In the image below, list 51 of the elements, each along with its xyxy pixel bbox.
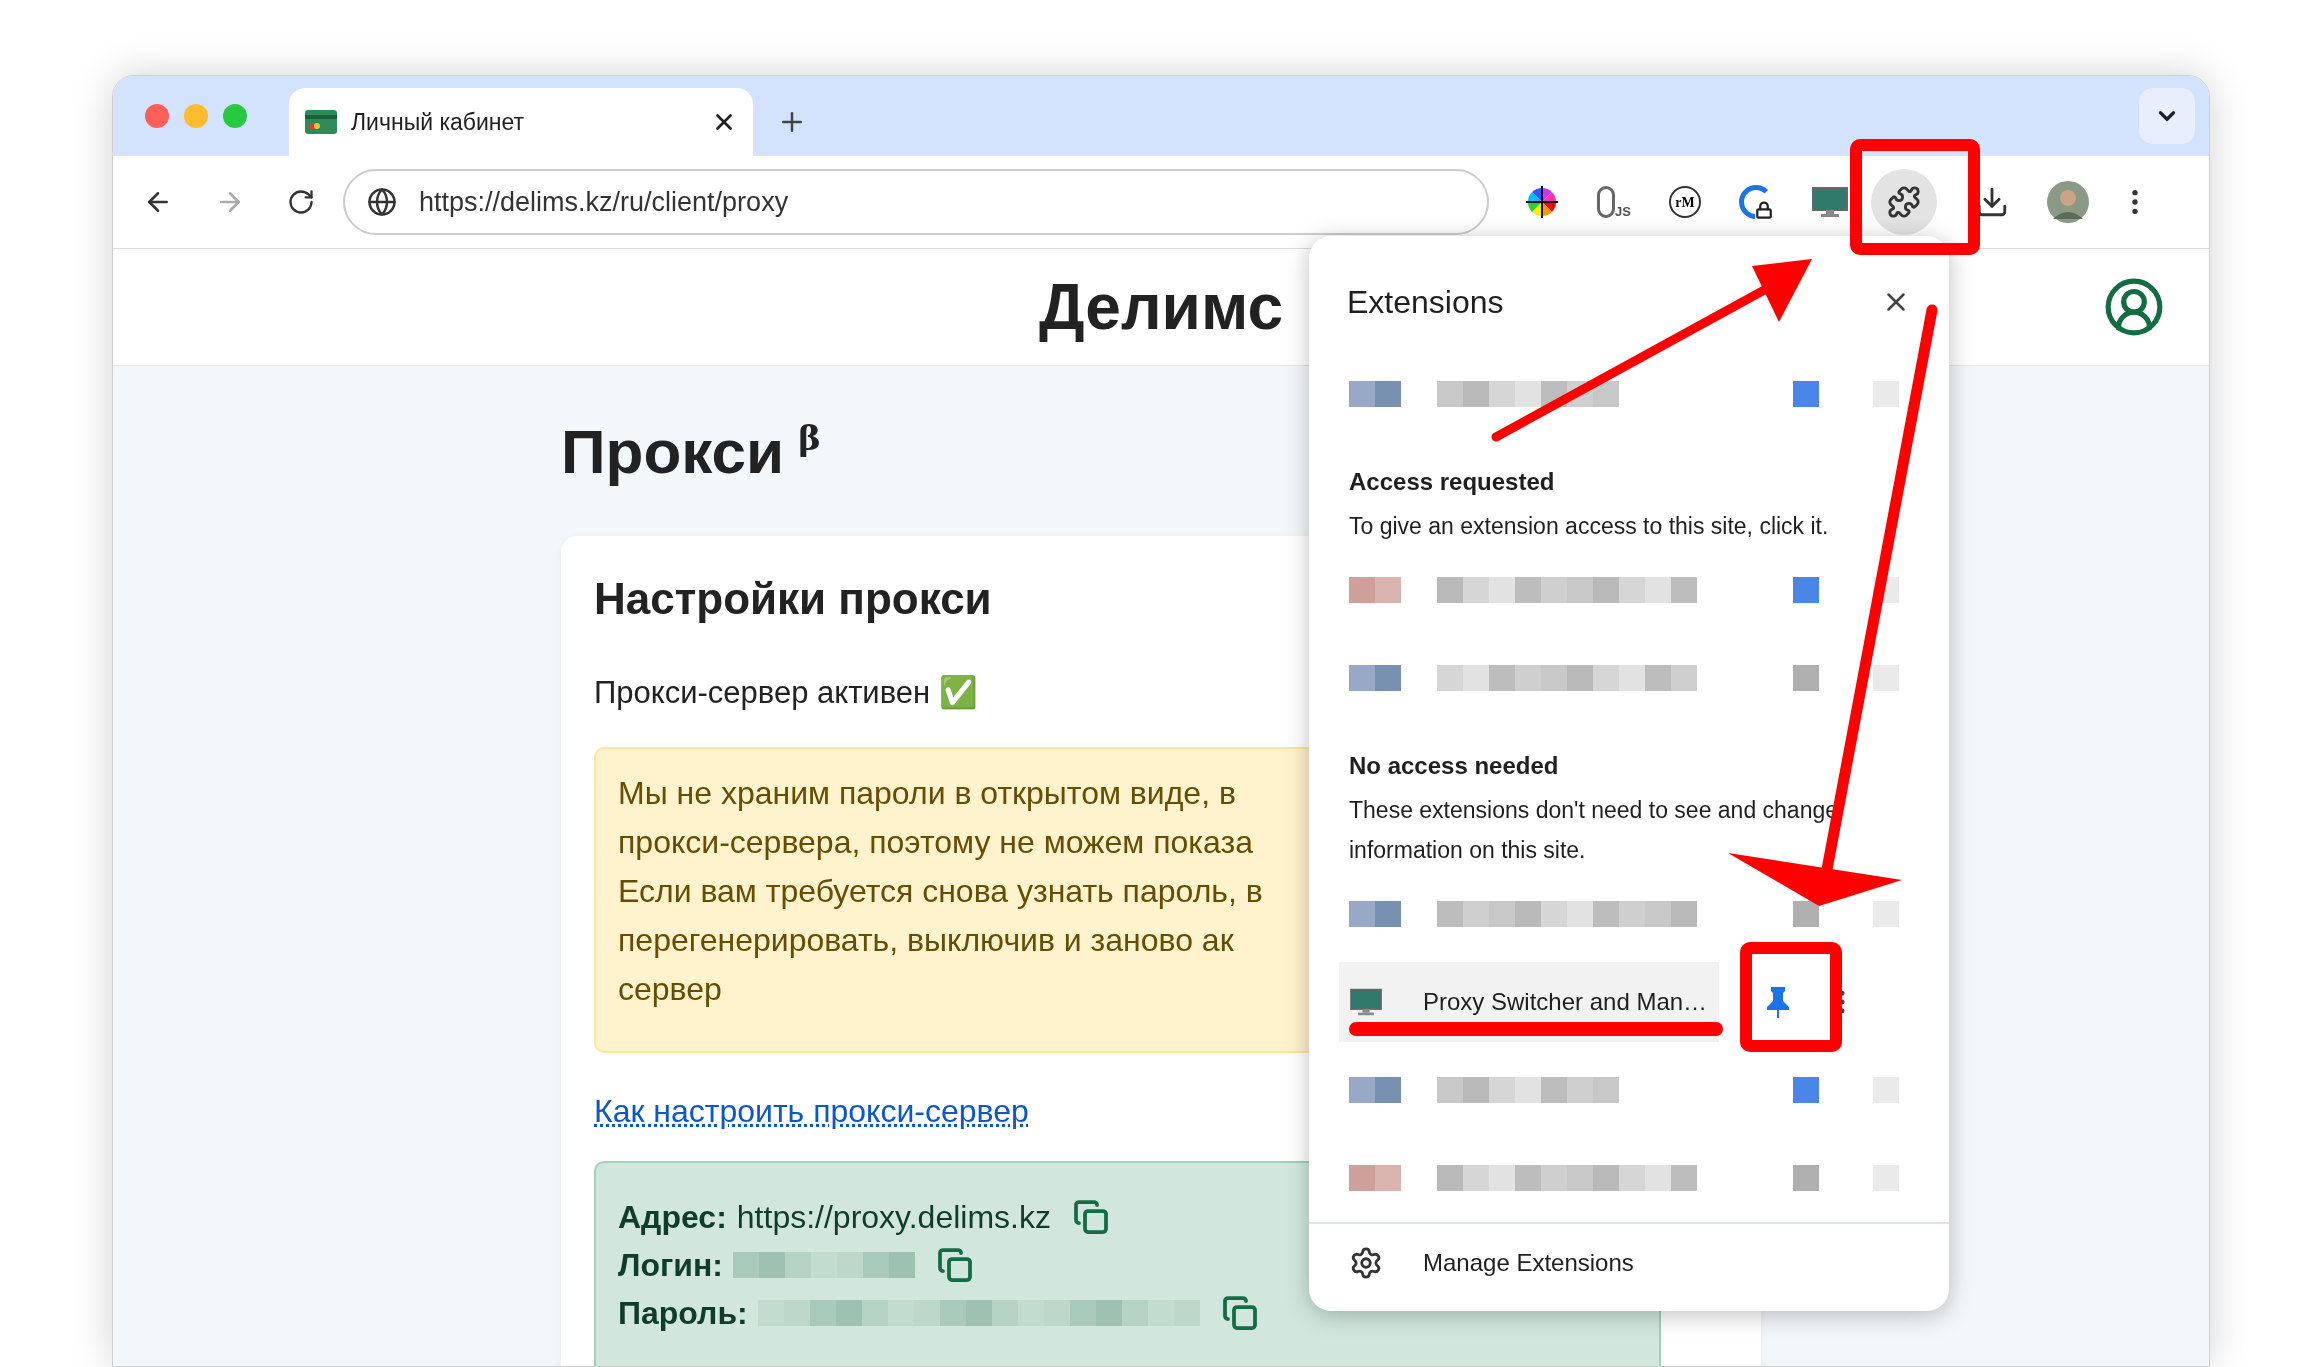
notice-line: Мы не храним пароли в открытом виде, в bbox=[618, 773, 1236, 813]
reload-icon[interactable] bbox=[287, 188, 315, 216]
section-heading: No access needed bbox=[1348, 751, 1560, 781]
card-favicon-icon bbox=[305, 110, 337, 134]
notice-line: Если вам требуется снова узнать пароль, в bbox=[618, 871, 1263, 911]
pin-state-marker[interactable] bbox=[1793, 901, 1819, 927]
pin-state-marker[interactable] bbox=[1793, 577, 1819, 603]
notice-line: сервер bbox=[618, 969, 722, 1009]
monitor-icon bbox=[1349, 987, 1383, 1017]
card-title: Настройки прокси bbox=[594, 573, 992, 625]
address-bar[interactable]: https://delims.kz/ru/client/proxy bbox=[343, 169, 1489, 235]
account-icon[interactable] bbox=[2103, 276, 2165, 338]
redacted-extension-icon bbox=[1349, 381, 1401, 407]
status-text: Прокси-сервер активен ✅ bbox=[594, 674, 978, 712]
tab-search-button[interactable] bbox=[2139, 88, 2195, 144]
notice-line: перегенерировать, выключив и заново ак bbox=[618, 920, 1234, 960]
pin-state-marker[interactable] bbox=[1793, 1165, 1819, 1191]
puzzle-icon bbox=[1886, 185, 1921, 219]
credential-label: Логин: bbox=[618, 1245, 723, 1285]
monitor-icon[interactable] bbox=[1810, 185, 1849, 219]
redacted-extension-icon bbox=[1349, 577, 1401, 603]
copy-icon[interactable] bbox=[1221, 1294, 1258, 1331]
redacted-menu-marker bbox=[1873, 665, 1899, 691]
notice-line: прокси-сервера, поэтому не можем показа bbox=[618, 822, 1253, 862]
section-heading: Access requested bbox=[1348, 467, 1556, 497]
redacted-extension-icon bbox=[1349, 1077, 1401, 1103]
pin-state-marker[interactable] bbox=[1793, 665, 1819, 691]
copy-icon[interactable] bbox=[1072, 1198, 1109, 1235]
redacted-extension-icon bbox=[1349, 901, 1401, 927]
credential-value: https://proxy.delims.kz bbox=[736, 1197, 1051, 1237]
credential-label: Пароль: bbox=[618, 1293, 748, 1333]
profile-avatar[interactable] bbox=[2046, 181, 2089, 223]
settings-icon[interactable] bbox=[1349, 1245, 1383, 1280]
pin-state-marker[interactable] bbox=[1793, 1077, 1819, 1103]
extension-name: Proxy Switcher and Man… bbox=[1423, 987, 1708, 1017]
credential-label: Адрес: bbox=[618, 1197, 727, 1237]
browser-tab[interactable]: Личный кабинет bbox=[289, 88, 753, 156]
redacted-extension-icon bbox=[1349, 665, 1401, 691]
help-link[interactable]: Как настроить прокси-сервер bbox=[594, 1086, 1029, 1135]
redacted-extension-icon bbox=[1349, 1165, 1401, 1191]
manage-extensions-link[interactable]: Manage Extensions bbox=[1423, 1244, 1634, 1281]
section-description: To give an extension access to this site, click it. bbox=[1348, 512, 1830, 541]
beta-mark: β bbox=[798, 417, 821, 460]
tab-title: Личный кабинет bbox=[351, 107, 526, 137]
rm-extension-button[interactable]: rM bbox=[1668, 186, 1701, 218]
lock-extension-icon[interactable] bbox=[1738, 185, 1773, 219]
pin-state-marker[interactable] bbox=[1793, 381, 1819, 407]
color-wheel-icon[interactable] bbox=[1525, 185, 1559, 219]
copy-icon[interactable] bbox=[937, 1246, 973, 1283]
panel-title: Extensions bbox=[1347, 283, 1504, 322]
site-logo-text[interactable]: Делимс bbox=[1038, 259, 1284, 355]
